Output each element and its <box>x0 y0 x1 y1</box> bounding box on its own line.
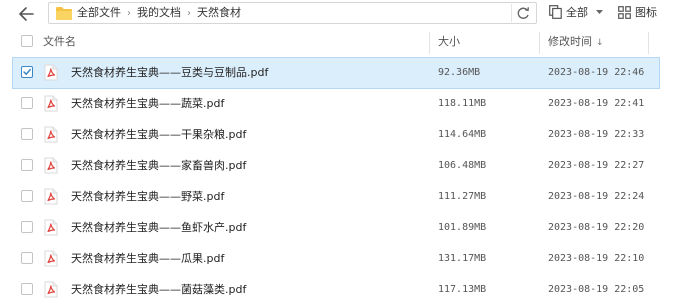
file-name[interactable]: 天然食材养生宝典——鱼虾水产.pdf <box>71 212 246 244</box>
breadcrumb-item-current-folder[interactable]: 天然食材 <box>197 6 241 19</box>
file-modified-date: 2023-08-19 22:27 <box>548 160 645 171</box>
column-header-modified-label: 修改时间 <box>548 35 592 48</box>
row-checkbox[interactable] <box>21 66 33 78</box>
grid-view-label: 图标 <box>635 6 657 19</box>
table-row[interactable]: 天然食材养生宝典——家畜兽肉.pdf 106.48MB 2023-08-19 22:… <box>12 150 660 182</box>
grid-icon <box>618 6 631 19</box>
file-name[interactable]: 天然食材养生宝典——家畜兽肉.pdf <box>71 150 246 182</box>
file-name[interactable]: 天然食材养生宝典——野菜.pdf <box>71 181 224 213</box>
file-size: 92.36MB <box>438 67 481 78</box>
file-size: 118.11MB <box>438 98 487 109</box>
column-divider <box>429 32 430 54</box>
pdf-file-icon <box>44 188 58 205</box>
file-size: 106.48MB <box>438 160 487 171</box>
file-modified-date: 2023-08-19 22:10 <box>548 253 645 264</box>
chevron-down-icon <box>595 10 603 14</box>
refresh-button[interactable] <box>511 4 533 22</box>
breadcrumb-item-all-files[interactable]: 全部文件 <box>77 6 121 19</box>
row-checkbox[interactable] <box>21 221 33 233</box>
table-header: 文件名 大小 修改时间 ↓ <box>0 28 660 55</box>
file-modified-date: 2023-08-19 22:05 <box>548 284 645 295</box>
file-name[interactable]: 天然食材养生宝典——蔬菜.pdf <box>71 88 224 120</box>
table-row[interactable]: 天然食材养生宝典——瓜果.pdf 131.17MB 2023-08-19 22:10 <box>12 243 660 275</box>
file-name[interactable]: 天然食材养生宝典——瓜果.pdf <box>71 243 224 275</box>
file-name[interactable]: 天然食材养生宝典——豆类与豆制品.pdf <box>71 57 268 89</box>
breadcrumb-item-my-documents[interactable]: 我的文档 <box>137 6 181 19</box>
row-checkbox[interactable] <box>21 128 33 140</box>
pdf-file-icon <box>44 219 58 236</box>
column-header-name[interactable]: 文件名 <box>43 28 76 55</box>
row-checkbox[interactable] <box>21 252 33 264</box>
view-all-label: 全部 <box>566 6 588 19</box>
file-modified-date: 2023-08-19 22:46 <box>548 67 645 78</box>
pdf-file-icon <box>44 95 58 112</box>
pdf-file-icon <box>44 250 58 267</box>
back-button[interactable] <box>16 4 38 24</box>
file-name[interactable]: 天然食材养生宝典——菌菇藻类.pdf <box>71 274 246 306</box>
refresh-icon <box>517 7 529 19</box>
file-name[interactable]: 天然食材养生宝典——干果杂粮.pdf <box>71 119 246 151</box>
pdf-file-icon <box>44 126 58 143</box>
column-header-modified[interactable]: 修改时间 ↓ <box>548 28 604 55</box>
pdf-file-icon <box>44 281 58 298</box>
row-checkbox[interactable] <box>21 283 33 295</box>
row-checkbox[interactable] <box>21 190 33 202</box>
pdf-file-icon <box>44 64 58 81</box>
sort-descending-icon: ↓ <box>596 38 604 48</box>
file-size: 101.89MB <box>438 222 487 233</box>
file-size: 117.13MB <box>438 284 487 295</box>
address-bar[interactable]: 全部文件 › 我的文档 › 天然食材 <box>48 2 537 24</box>
file-modified-date: 2023-08-19 22:24 <box>548 191 645 202</box>
column-divider <box>539 32 540 54</box>
table-row[interactable]: 天然食材养生宝典——鱼虾水产.pdf 101.89MB 2023-08-19 22:… <box>12 212 660 244</box>
breadcrumb: 全部文件 › 我的文档 › 天然食材 <box>77 3 241 23</box>
back-arrow-icon <box>19 7 34 21</box>
table-row[interactable]: 天然食材养生宝典——野菜.pdf 111.27MB 2023-08-19 22:24 <box>12 181 660 213</box>
file-size: 111.27MB <box>438 191 487 202</box>
breadcrumb-separator: › <box>187 8 191 19</box>
folder-icon <box>56 7 72 20</box>
column-header-size[interactable]: 大小 <box>438 28 460 55</box>
file-modified-date: 2023-08-19 22:41 <box>548 98 645 109</box>
row-checkbox[interactable] <box>21 159 33 171</box>
column-divider <box>648 32 649 54</box>
checkmark-icon <box>23 68 31 75</box>
file-modified-date: 2023-08-19 22:33 <box>548 129 645 140</box>
select-all-checkbox[interactable] <box>21 35 33 47</box>
table-row[interactable]: 天然食材养生宝典——蔬菜.pdf 118.11MB 2023-08-19 22:41 <box>12 88 660 120</box>
breadcrumb-separator: › <box>127 8 131 19</box>
copy-icon <box>549 5 562 19</box>
file-size: 114.64MB <box>438 129 487 140</box>
view-all-dropdown[interactable]: 全部 <box>549 4 604 22</box>
row-checkbox[interactable] <box>21 97 33 109</box>
toolbar: 全部文件 › 我的文档 › 天然食材 全部 图标 <box>0 0 680 28</box>
grid-view-button[interactable]: 图标 <box>618 4 657 22</box>
table-row[interactable]: 天然食材养生宝典——干果杂粮.pdf 114.64MB 2023-08-19 22:… <box>12 119 660 151</box>
table-row[interactable]: 天然食材养生宝典——豆类与豆制品.pdf 92.36MB 2023-08-19 22… <box>12 57 660 89</box>
file-size: 131.17MB <box>438 253 487 264</box>
table-row[interactable]: 天然食材养生宝典——菌菇藻类.pdf 117.13MB 2023-08-19 22:… <box>12 274 660 306</box>
file-modified-date: 2023-08-19 22:20 <box>548 222 645 233</box>
pdf-file-icon <box>44 157 58 174</box>
